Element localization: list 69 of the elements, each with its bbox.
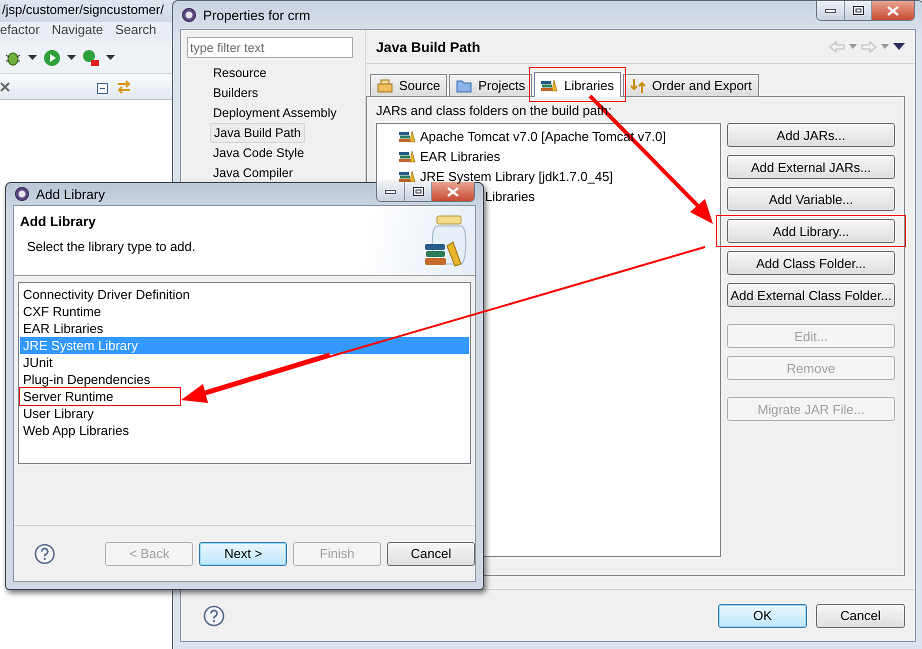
list-item[interactable]: Plug-in Dependencies xyxy=(20,371,150,388)
list-item[interactable]: Web App Libraries xyxy=(20,422,129,439)
page-title: Java Build Path xyxy=(376,38,482,54)
dialog-button[interactable]: Next > xyxy=(199,542,288,566)
tab[interactable]: Projects xyxy=(449,74,532,96)
menu-caret-icon[interactable] xyxy=(893,43,905,50)
close-button[interactable] xyxy=(871,1,914,20)
books-icon xyxy=(399,149,416,163)
list-item[interactable]: JRE System Library [jdk1.7.0_45] xyxy=(420,168,613,184)
folder-icon xyxy=(456,78,472,92)
list-item[interactable]: JUnit xyxy=(20,354,53,371)
list-item[interactable]: EAR Libraries xyxy=(420,148,500,164)
list-item[interactable]: User Library xyxy=(20,405,94,422)
close-button[interactable] xyxy=(431,182,474,201)
action-button[interactable]: Add Class Folder... xyxy=(727,251,895,275)
filter-field[interactable]: type filter text xyxy=(187,37,353,58)
action-button[interactable]: Add JARs... xyxy=(727,123,895,147)
settings-icon xyxy=(181,7,197,23)
close-icon xyxy=(887,6,899,16)
caret-icon[interactable] xyxy=(28,54,37,60)
minimize-icon xyxy=(385,190,396,194)
caret-icon[interactable] xyxy=(106,54,115,60)
package-icon xyxy=(377,78,393,92)
list-item[interactable]: Server Runtime xyxy=(20,388,180,405)
books-icon xyxy=(541,78,558,92)
nav-item[interactable]: Java Compiler xyxy=(210,163,296,183)
dialog-description: Select the library type to add. xyxy=(26,239,196,254)
list-item[interactable]: Libraries xyxy=(485,188,535,204)
menu-item[interactable]: Search xyxy=(115,22,156,42)
nav-item[interactable]: Deployment Assembly xyxy=(210,103,340,123)
maximize-button[interactable] xyxy=(404,182,431,201)
dialog-heading: Add Library xyxy=(20,214,97,229)
minimize-icon xyxy=(825,8,836,12)
nav-item[interactable]: Builders xyxy=(210,83,262,103)
caret-icon[interactable] xyxy=(67,54,76,60)
nav-item[interactable]: Java Code Style xyxy=(210,143,308,163)
tab[interactable]: Source xyxy=(370,74,448,96)
play-icon[interactable] xyxy=(43,48,61,66)
maximize-icon xyxy=(852,6,864,15)
run-tool-icon[interactable] xyxy=(82,48,100,66)
action-button[interactable]: Add External Class Folder... xyxy=(727,283,895,307)
menu-item[interactable]: efactor xyxy=(0,22,40,42)
up-down-arrows-icon xyxy=(630,78,646,94)
window-title: Add Library xyxy=(6,183,106,205)
list-item[interactable]: CXF Runtime xyxy=(20,303,102,320)
minimize-button[interactable] xyxy=(817,1,844,20)
menu-item[interactable]: Navigate xyxy=(52,22,104,42)
action-button[interactable]: Add Library... xyxy=(727,219,895,243)
dialog-button[interactable]: Cancel xyxy=(816,604,905,628)
settings-icon xyxy=(14,186,30,202)
close-icon xyxy=(447,186,459,196)
list-item[interactable]: EAR Libraries xyxy=(20,320,104,337)
list-item[interactable]: Connectivity Driver Definition xyxy=(20,286,190,303)
nav-item[interactable]: Java Build Path xyxy=(210,123,305,143)
close-icon[interactable] xyxy=(0,82,10,92)
jar-icon xyxy=(423,214,469,268)
action-button[interactable]: Add Variable... xyxy=(727,187,895,211)
books-icon xyxy=(399,129,416,143)
tab[interactable]: Order and Export xyxy=(623,74,759,96)
dialog-button[interactable]: OK xyxy=(718,604,807,628)
maximize-button[interactable] xyxy=(844,1,871,20)
dialog-button[interactable]: Cancel xyxy=(387,542,475,566)
help-icon[interactable] xyxy=(34,542,56,564)
maximize-icon xyxy=(412,187,424,196)
nav-item[interactable]: Resource xyxy=(210,63,270,83)
help-icon[interactable] xyxy=(203,604,225,626)
books-icon xyxy=(399,169,416,183)
action-button[interactable]: Add External JARs... xyxy=(727,155,895,179)
minimize-button[interactable] xyxy=(377,182,404,201)
